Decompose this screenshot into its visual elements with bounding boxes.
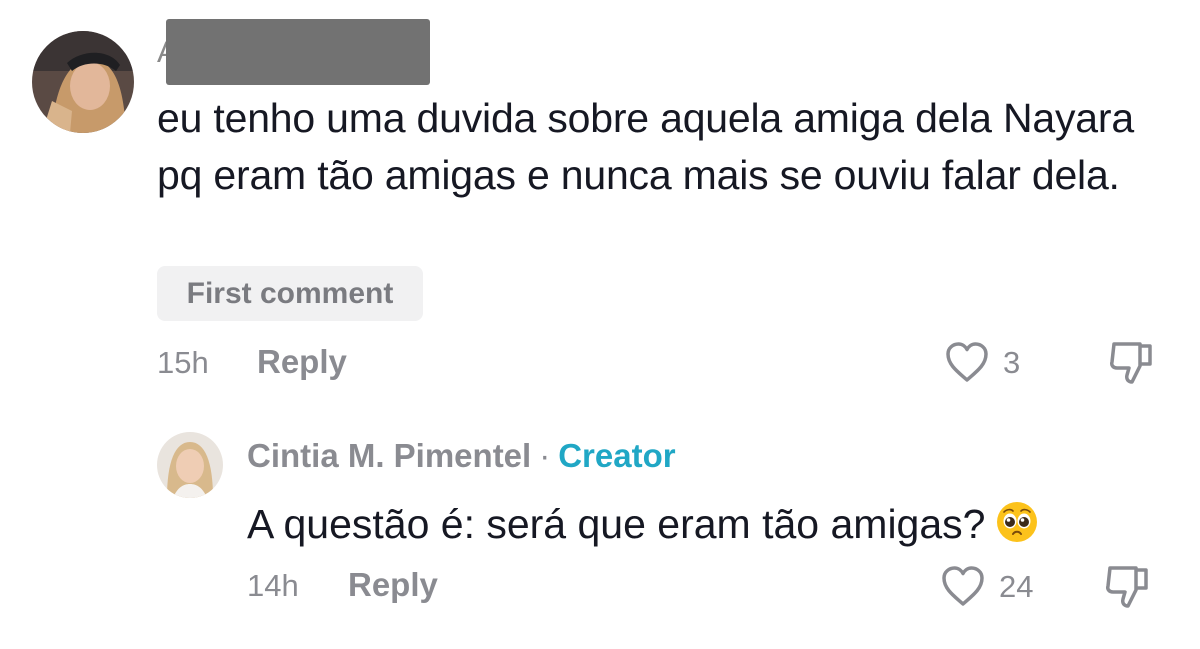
- heart-outline-icon: [946, 342, 988, 382]
- first-comment-badge: First comment: [157, 266, 423, 321]
- heart-outline-icon: [942, 566, 984, 606]
- reply-author-name[interactable]: Cintia M. Pimentel: [247, 437, 531, 474]
- comment-reply-button[interactable]: Reply: [257, 343, 347, 381]
- pleading-face-emoji: [997, 502, 1038, 542]
- author-separator: ·: [539, 437, 551, 474]
- comment-dislike-button[interactable]: [1108, 338, 1156, 393]
- username-fragment: A: [157, 40, 166, 66]
- thumbs-down-icon: [1106, 566, 1148, 608]
- comment-timestamp: 15h: [157, 345, 209, 380]
- reply-like-count: 24: [999, 569, 1034, 604]
- reply-text: A questão é: será que eram tão amigas?: [247, 501, 986, 547]
- reply-timestamp: 14h: [247, 568, 299, 603]
- reply-text-line: A questão é: será que eram tão amigas?: [247, 496, 1039, 553]
- comment-like-button[interactable]: [944, 340, 990, 389]
- reply-dislike-button[interactable]: [1104, 562, 1152, 617]
- reply-author-line: Cintia M. Pimentel · Creator: [247, 437, 676, 475]
- comment-text: eu tenho uma duvida sobre aquela amiga d…: [157, 95, 1134, 198]
- reply-reply-button[interactable]: Reply: [348, 566, 438, 604]
- commenter-avatar[interactable]: [32, 31, 134, 133]
- thumbs-down-icon: [1110, 342, 1152, 384]
- creator-avatar[interactable]: [157, 432, 223, 498]
- redacted-username: [166, 19, 430, 85]
- creator-label: Creator: [558, 437, 676, 474]
- reply-like-button[interactable]: [940, 564, 986, 613]
- comment-like-count: 3: [1003, 345, 1021, 380]
